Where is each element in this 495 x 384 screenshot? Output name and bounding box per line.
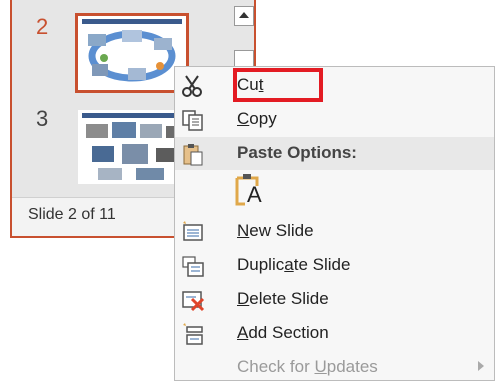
context-menu: Cut Copy Paste Options: A New Slide Dupl… bbox=[174, 66, 495, 381]
menu-item-check-for-updates: Check for Updates bbox=[175, 351, 494, 384]
slide-count-text: Slide 2 of 11 bbox=[28, 206, 116, 223]
new-slide-icon bbox=[183, 221, 203, 241]
menu-item-add-section-label: Add Section bbox=[237, 323, 329, 342]
slide-thumbnail-2[interactable] bbox=[75, 13, 189, 93]
duplicate-slide-icon bbox=[182, 256, 204, 277]
slide-3-preview bbox=[82, 113, 182, 180]
slide-number-3: 3 bbox=[36, 106, 49, 131]
scissors-icon bbox=[182, 75, 202, 97]
submenu-arrow-icon bbox=[478, 361, 484, 371]
menu-item-new-slide-label: New Slide bbox=[237, 221, 314, 240]
copy-icon bbox=[182, 110, 203, 131]
paste-icon-letter: A bbox=[247, 182, 262, 207]
slide-thumbnail-3[interactable] bbox=[78, 110, 186, 184]
menu-item-duplicate-slide-label: Duplicate Slide bbox=[237, 255, 351, 274]
clipboard-icon bbox=[183, 144, 203, 166]
menu-item-new-slide[interactable]: New Slide bbox=[175, 215, 494, 248]
menu-item-delete-slide-label: Delete Slide bbox=[237, 289, 329, 308]
menu-item-copy[interactable]: Copy bbox=[175, 103, 494, 136]
menu-item-copy-label: Copy bbox=[237, 109, 277, 128]
scroll-up-button[interactable] bbox=[234, 6, 254, 26]
menu-item-cut[interactable]: Cut bbox=[175, 68, 494, 102]
menu-item-add-section[interactable]: Add Section bbox=[175, 317, 494, 350]
slide-2-preview bbox=[82, 19, 182, 82]
menu-item-check-for-updates-label: Check for Updates bbox=[237, 357, 378, 376]
menu-header-paste-options: Paste Options: bbox=[175, 137, 494, 170]
paste-text-only-icon[interactable]: A bbox=[235, 172, 265, 207]
paste-keep-text-only[interactable]: A bbox=[175, 171, 494, 211]
cut-highlight-box bbox=[233, 68, 323, 102]
add-section-icon bbox=[183, 323, 203, 345]
slide-number-2: 2 bbox=[36, 14, 49, 39]
menu-item-delete-slide[interactable]: Delete Slide bbox=[175, 283, 494, 316]
paste-options-label: Paste Options: bbox=[237, 143, 357, 162]
menu-item-duplicate-slide[interactable]: Duplicate Slide bbox=[175, 249, 494, 282]
delete-slide-icon bbox=[182, 291, 205, 312]
